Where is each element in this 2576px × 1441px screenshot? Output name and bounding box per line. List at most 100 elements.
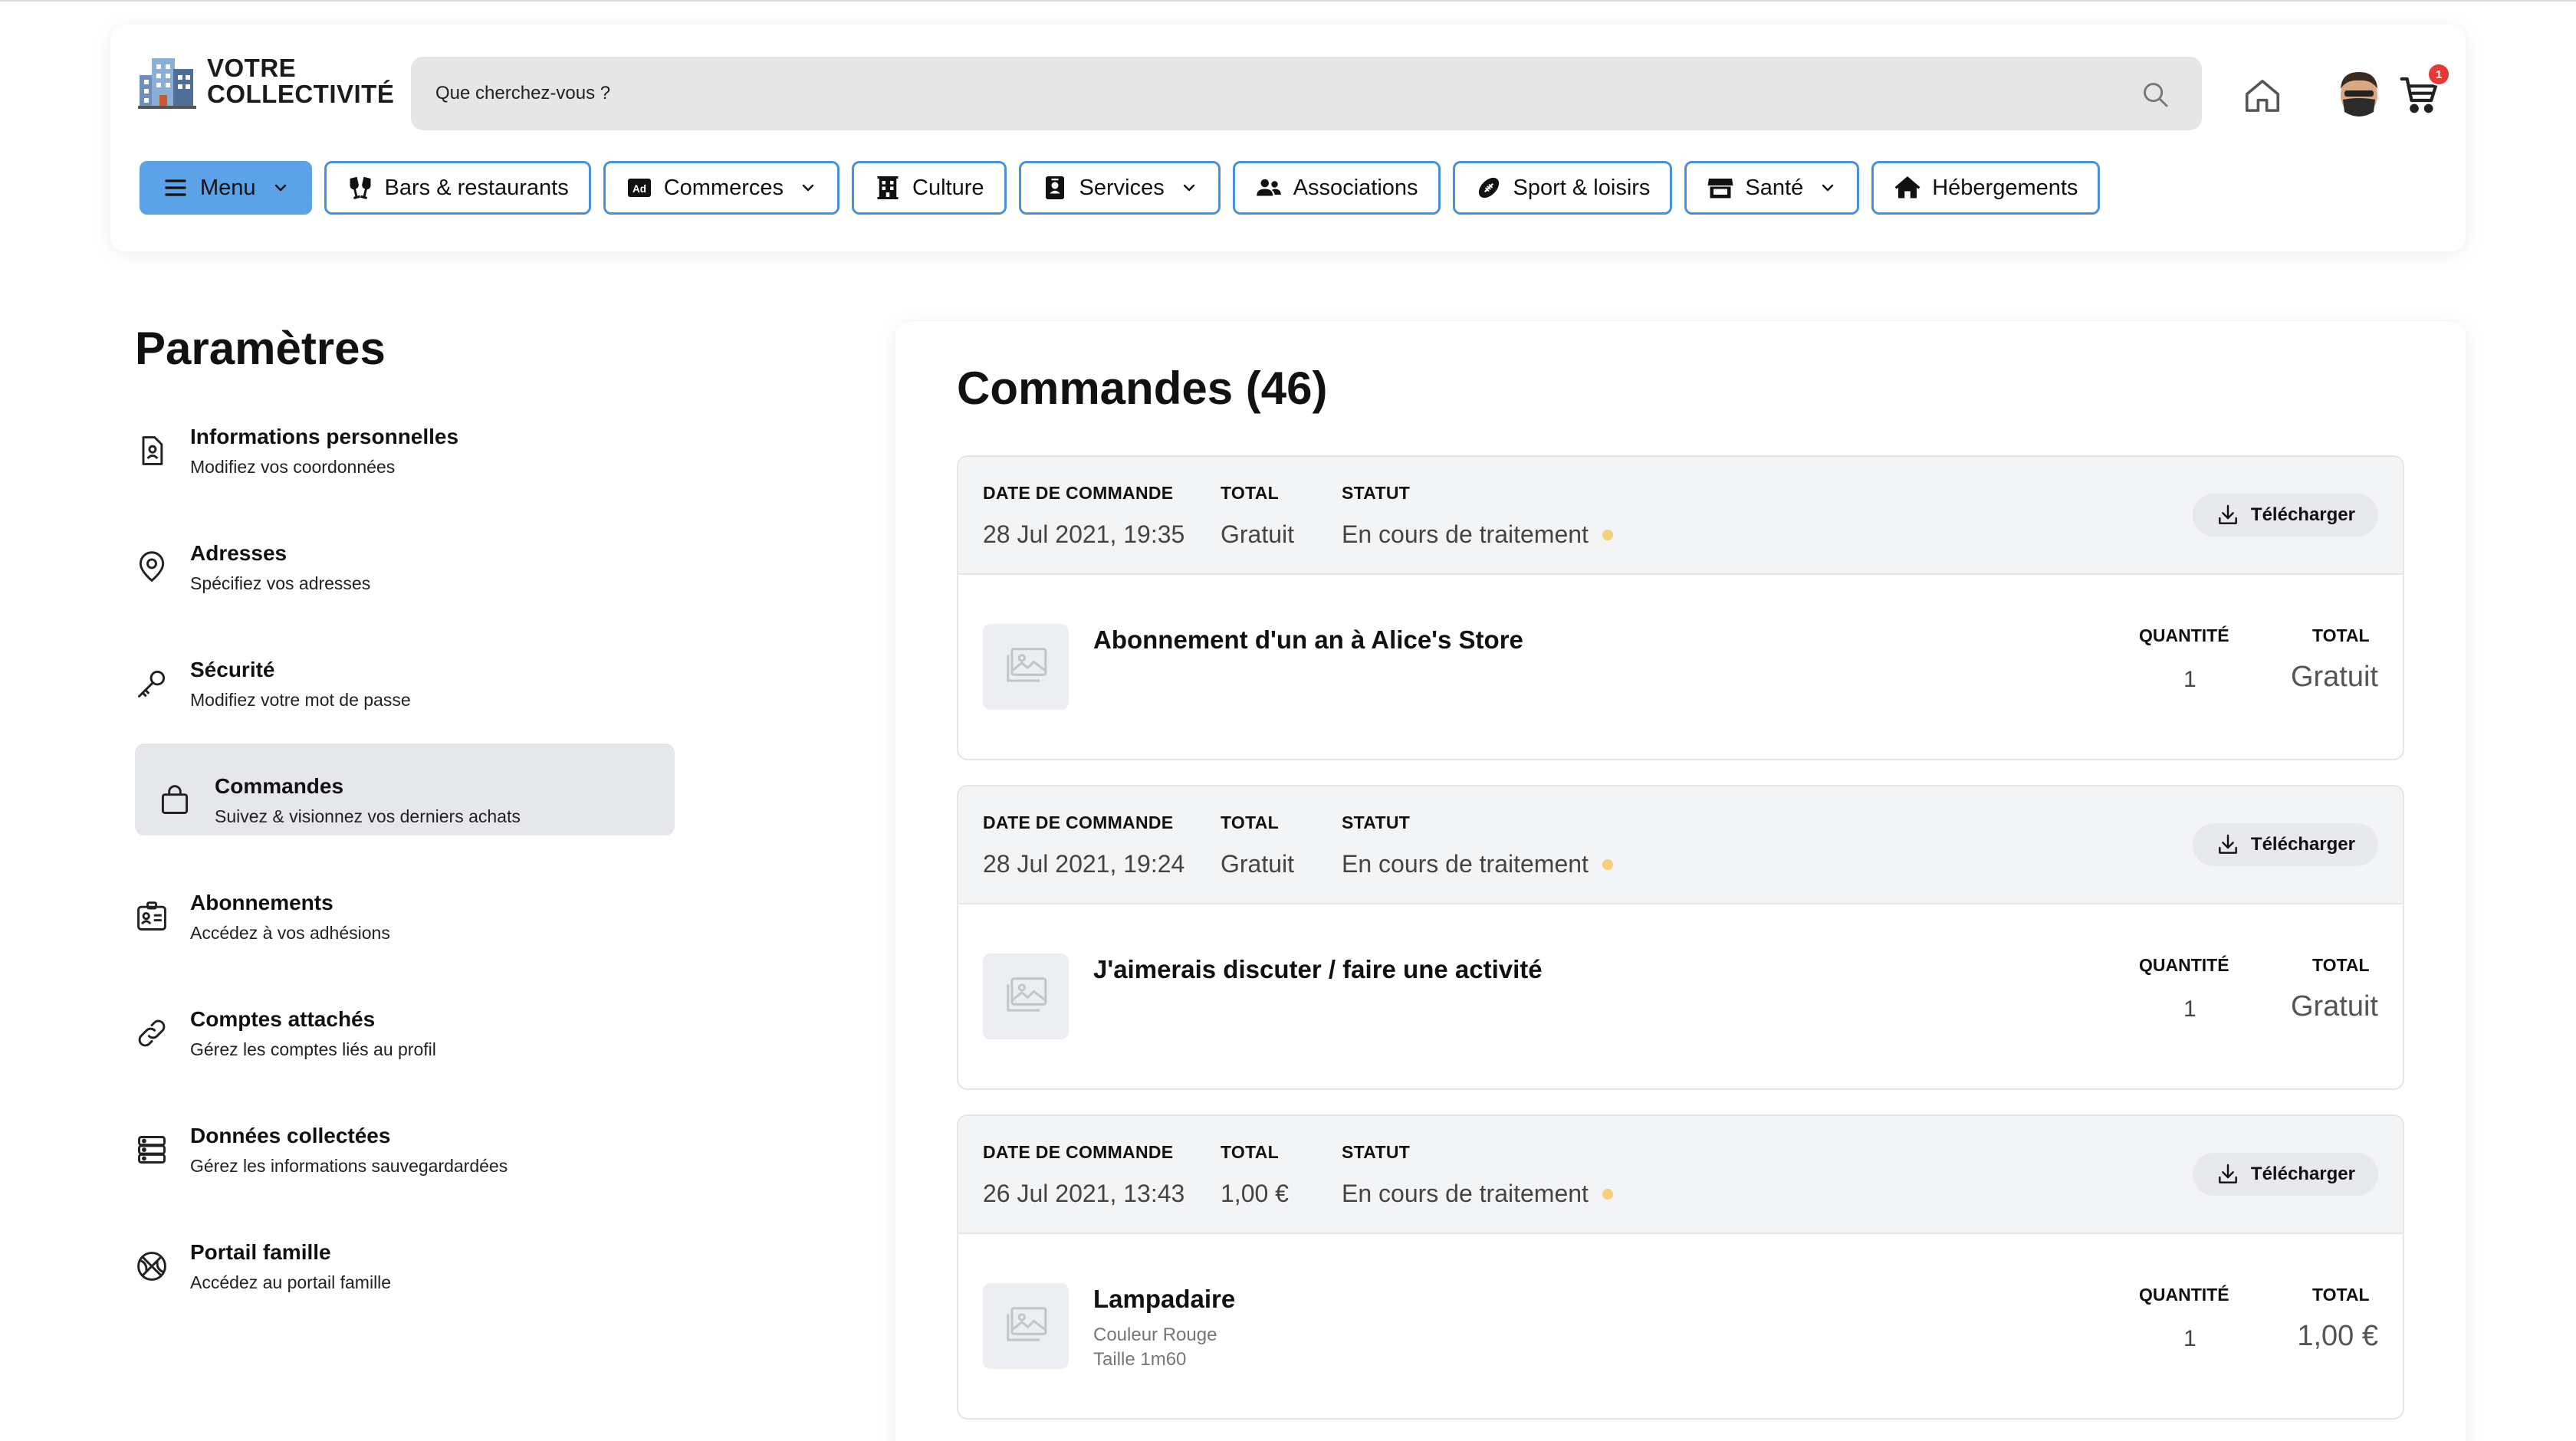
sidebar-item-subtitle: Suivez & visionnez vos derniers achats [215, 806, 521, 826]
house-icon [1894, 176, 1921, 199]
sidebar-item-subtitle: Modifiez vos coordonnées [190, 457, 396, 477]
nav-label: Culture [912, 175, 984, 200]
database-icon [138, 1136, 166, 1164]
quantity-label: QUANTITÉ [2139, 625, 2229, 645]
nav-sante[interactable]: Santé [1684, 161, 1860, 215]
membership-card-icon [137, 901, 166, 931]
shopping-bag-icon [161, 785, 189, 814]
nav-hebergements[interactable]: Hébergements [1871, 161, 2101, 215]
id-badge-icon [1045, 176, 1064, 199]
quantity-label: QUANTITÉ [2139, 1285, 2229, 1305]
download-button[interactable]: Télécharger [2192, 1153, 2378, 1196]
nav-services[interactable]: Services [1018, 161, 1221, 215]
search-icon[interactable] [2141, 80, 2170, 109]
home-icon[interactable] [2242, 75, 2283, 117]
order-date-value: 28 Jul 2021, 19:24 [983, 850, 1185, 878]
sidebar-item-subtitle: Gérez les informations sauvegardardées [190, 1156, 508, 1176]
sidebar-item-subtitle: Modifiez votre mot de passe [190, 690, 411, 710]
order-status-value: En cours de traitement [1342, 520, 1589, 548]
nav-culture[interactable]: Culture [852, 161, 1007, 215]
category-nav: Menu Bars & restaurants Ad Commerces Cul… [140, 161, 2101, 215]
order-status-label: STATUT [1342, 812, 1411, 832]
users-icon [1256, 179, 1281, 196]
order-header: DATE DE COMMANDE 28 Jul 2021, 19:35 TOTA… [958, 457, 2403, 575]
nav-commerces[interactable]: Ad Commerces [603, 161, 840, 215]
order-total-value: 1,00 € [1221, 1180, 1289, 1207]
nav-menu-button[interactable]: Menu [140, 161, 312, 215]
status-dot [1602, 1188, 1613, 1200]
order-total-value: Gratuit [1221, 520, 1295, 548]
item-total-label: TOTAL [2312, 955, 2370, 975]
order-total-value: Gratuit [1221, 850, 1295, 878]
document-icon [142, 436, 163, 465]
sidebar-item-informations[interactable]: Informations personnelles Modifiez vos c… [135, 420, 675, 537]
order-date-label: DATE DE COMMANDE [983, 483, 1174, 503]
logo-line-1: VOTRE [207, 54, 297, 82]
sidebar-item-donnees-collectees[interactable]: Données collectées Gérez les information… [135, 1119, 675, 1236]
quantity-label: QUANTITÉ [2139, 955, 2229, 975]
product-name[interactable]: J'aimerais discuter / faire une activité [1093, 955, 1543, 984]
user-avatar-icon[interactable] [2334, 66, 2384, 121]
download-label: Télécharger [2250, 1164, 2355, 1184]
nav-label: Commerces [663, 175, 784, 200]
nav-bars-restaurants[interactable]: Bars & restaurants [324, 161, 591, 215]
order-card: DATE DE COMMANDE 26 Jul 2021, 13:43 TOTA… [957, 1114, 2404, 1420]
product-name[interactable]: Abonnement d'un an à Alice's Store [1093, 625, 1523, 655]
nav-label: Hébergements [1932, 175, 2078, 200]
order-header: DATE DE COMMANDE 28 Jul 2021, 19:24 TOTA… [958, 786, 2403, 904]
logo[interactable]: VOTRE COLLECTIVITÉ [138, 52, 394, 110]
svg-text:Ad: Ad [632, 183, 646, 195]
ad-icon: Ad [627, 179, 651, 197]
item-total-value: Gratuit [2290, 661, 2378, 693]
sidebar-item-adresses[interactable]: Adresses Spécifiez vos adresses [135, 537, 675, 653]
product-attribute: Couleur Rouge [1093, 1324, 1217, 1345]
sidebar-item-title: Données collectées [190, 1124, 391, 1147]
sidebar-title: Paramètres [135, 323, 386, 374]
product-thumbnail [983, 1283, 1069, 1369]
download-button[interactable]: Télécharger [2192, 494, 2378, 537]
nav-label: Services [1079, 175, 1165, 200]
order-date-col: DATE DE COMMANDE 28 Jul 2021, 19:24 [983, 812, 1184, 878]
order-status: En cours de traitement [1342, 1180, 1613, 1208]
order-date-col: DATE DE COMMANDE 28 Jul 2021, 19:35 [983, 483, 1184, 549]
search-bar [411, 57, 2202, 130]
image-placeholder-icon [1007, 648, 1047, 682]
order-status-col: STATUT En cours de traitement [1342, 812, 1613, 878]
sidebar-item-title: Comptes attachés [190, 1007, 376, 1031]
order-date-label: DATE DE COMMANDE [983, 812, 1174, 832]
page-title: Commandes (46) [957, 363, 1328, 414]
nav-label: Menu [200, 175, 256, 200]
item-total-label: TOTAL [2312, 1285, 2370, 1305]
logo-text: VOTRE COLLECTIVITÉ [207, 55, 394, 107]
sidebar-item-abonnements[interactable]: Abonnements Accédez à vos adhésions [135, 886, 675, 1003]
order-header: DATE DE COMMANDE 26 Jul 2021, 13:43 TOTA… [958, 1116, 2403, 1234]
product-name[interactable]: Lampadaire [1093, 1285, 1235, 1314]
quantity-value: 1 [2183, 667, 2196, 692]
order-status-col: STATUT En cours de traitement [1342, 483, 1613, 549]
order-total-col: TOTAL Gratuit [1221, 483, 1294, 549]
search-input[interactable] [435, 83, 2084, 104]
quantity-value: 1 [2183, 996, 2196, 1022]
nav-label: Associations [1293, 175, 1418, 200]
sidebar-item-title: Abonnements [190, 891, 334, 914]
image-placeholder-icon [1007, 1307, 1047, 1341]
nav-label: Santé [1745, 175, 1804, 200]
sidebar-item-title: Informations personnelles [190, 425, 459, 448]
order-total-col: TOTAL 1,00 € [1221, 1142, 1289, 1208]
sidebar-item-portail-famille[interactable]: Portail famille Accédez au portail famil… [135, 1236, 675, 1352]
sidebar-item-commandes[interactable]: Commandes Suivez & visionnez vos dernier… [135, 743, 675, 886]
sidebar-item-comptes-attaches[interactable]: Comptes attachés Gérez les comptes liés … [135, 1003, 675, 1119]
download-button[interactable]: Télécharger [2192, 823, 2378, 866]
chevron-down-icon [1183, 184, 1194, 192]
order-total-label: TOTAL [1221, 812, 1280, 832]
item-total-value: Gratuit [2290, 990, 2378, 1022]
nav-sport-loisirs[interactable]: Sport & loisirs [1452, 161, 1673, 215]
order-total-col: TOTAL Gratuit [1221, 812, 1294, 878]
image-placeholder-icon [1007, 977, 1047, 1012]
status-dot [1602, 529, 1613, 540]
order-date-label: DATE DE COMMANDE [983, 1142, 1174, 1162]
product-thumbnail [983, 954, 1069, 1039]
item-total-value: 1,00 € [2297, 1320, 2378, 1352]
nav-associations[interactable]: Associations [1232, 161, 1441, 215]
location-pin-icon [139, 551, 165, 583]
